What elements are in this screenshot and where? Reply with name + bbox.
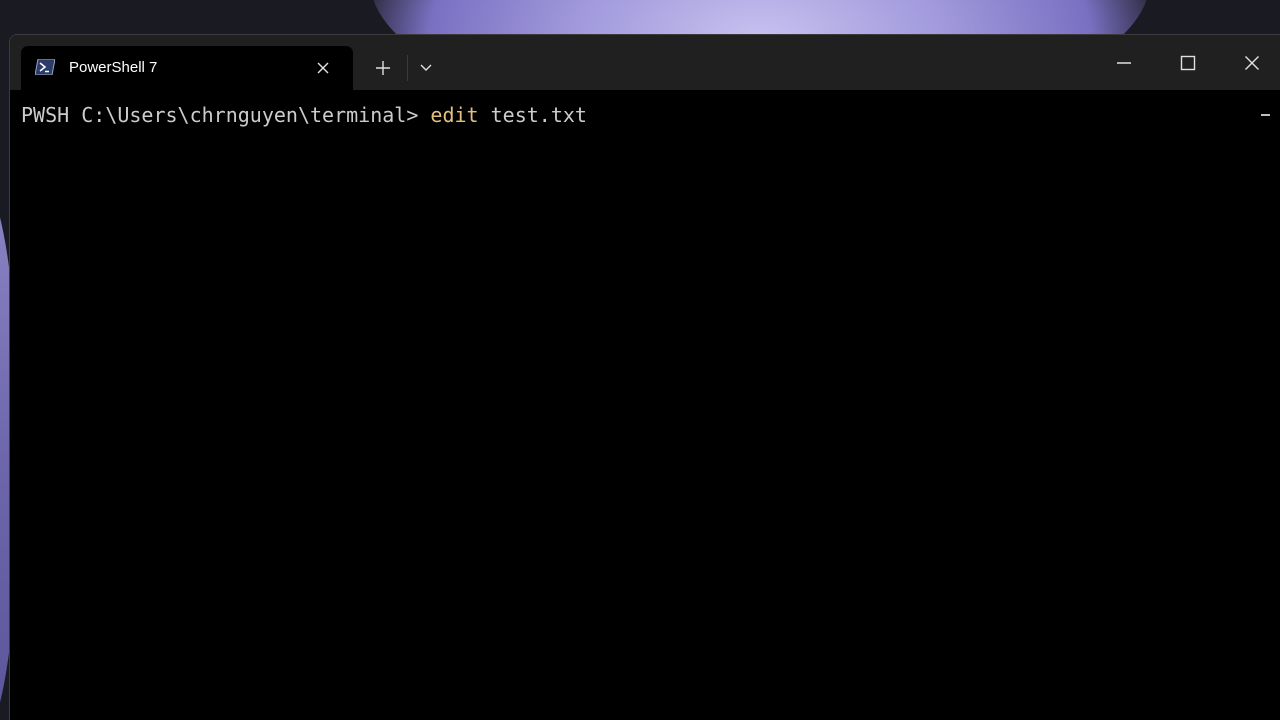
chevron-down-icon xyxy=(419,63,433,73)
maximize-button[interactable] xyxy=(1156,35,1220,90)
title-bar[interactable]: PowerShell 7 xyxy=(10,35,1280,90)
terminal-window: PowerShell 7 PWSH C:\Users\chrnguyen\ter… xyxy=(9,34,1280,720)
terminal-content[interactable]: PWSH C:\Users\chrnguyen\terminal> edit t… xyxy=(10,90,1280,720)
prompt-path: PWSH C:\Users\chrnguyen\terminal> xyxy=(21,103,431,127)
profiles-dropdown-button[interactable] xyxy=(412,52,440,84)
tab-powershell[interactable]: PowerShell 7 xyxy=(21,46,353,90)
prompt-line: PWSH C:\Users\chrnguyen\terminal> edit t… xyxy=(21,102,587,128)
command-text: edit xyxy=(430,103,479,127)
tab-close-icon[interactable] xyxy=(311,56,335,80)
close-icon xyxy=(1244,55,1260,71)
tab-title: PowerShell 7 xyxy=(69,59,158,76)
titlebar-divider xyxy=(407,55,408,81)
plus-icon xyxy=(375,60,391,76)
powershell-icon xyxy=(35,58,55,76)
desktop: PowerShell 7 PWSH C:\Users\chrnguyen\ter… xyxy=(0,0,1280,720)
minimize-button[interactable] xyxy=(1092,35,1156,90)
maximize-icon xyxy=(1180,55,1196,71)
scrollbar-mark[interactable] xyxy=(1261,114,1270,116)
command-argument: test.txt xyxy=(478,103,587,127)
minimize-icon xyxy=(1116,61,1132,64)
new-tab-button[interactable] xyxy=(367,52,399,84)
close-window-button[interactable] xyxy=(1220,35,1280,90)
